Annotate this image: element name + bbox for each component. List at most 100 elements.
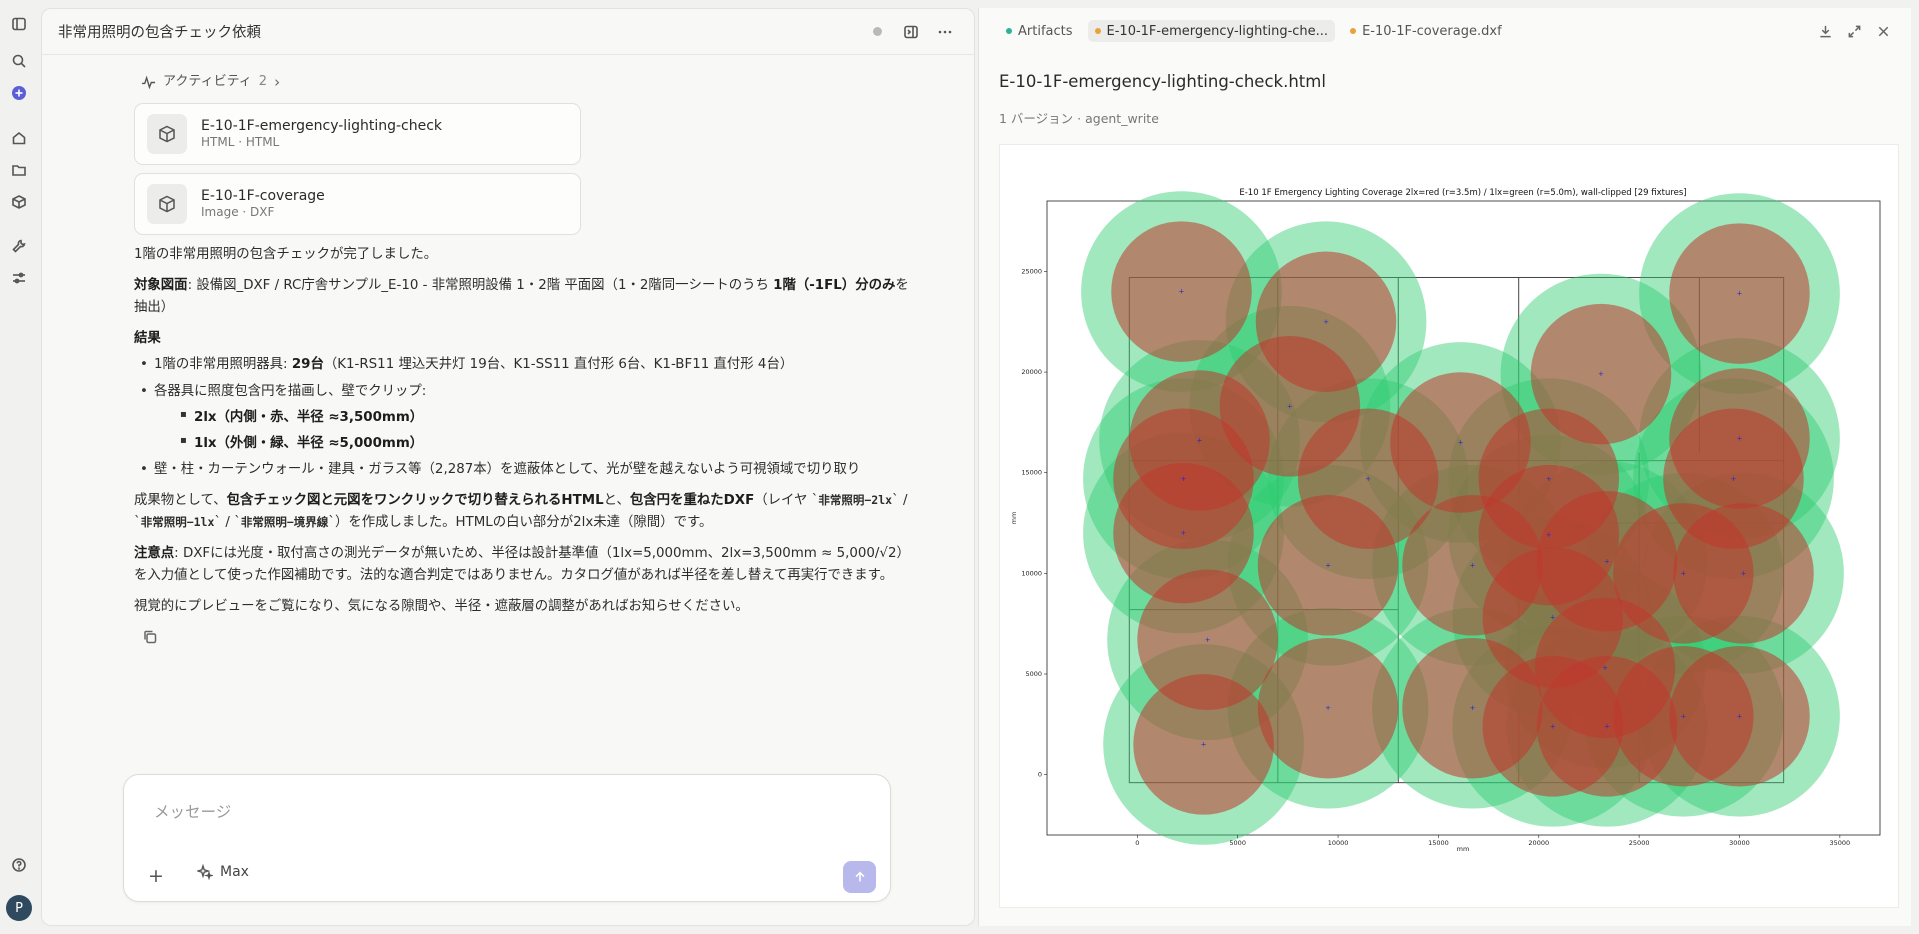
tab-html[interactable]: E-10-1F-emergency-lighting-che... <box>1087 20 1336 42</box>
message-composer[interactable]: メッセージ + Max <box>123 774 891 902</box>
tab-label: E-10-1F-coverage.dxf <box>1362 23 1502 39</box>
fixture-marker: + <box>1181 475 1187 483</box>
fixture-marker: + <box>1680 569 1686 577</box>
home-icon[interactable] <box>9 128 29 148</box>
artifacts-icon[interactable] <box>9 192 29 212</box>
p4-c: （レイヤ ` <box>754 492 819 508</box>
result-heading: 結果 <box>134 328 914 350</box>
p4-bold2: 包含円を重ねたDXF <box>629 492 755 508</box>
tab-dot <box>1350 28 1357 34</box>
new-chat-icon[interactable] <box>9 83 29 103</box>
x-tick-label: 35000 <box>1830 839 1851 847</box>
result-list: 1階の非常用照明器具: 29台（K1-RS11 埋込天井灯 19台、K1-SS1… <box>134 354 914 481</box>
x-tick-label: 10000 <box>1328 839 1349 847</box>
layer-2lx: 非常照明−2lx <box>818 492 893 507</box>
text-target-bold: 1階（-1FL）分のみ <box>773 278 896 294</box>
download-icon[interactable] <box>1818 24 1833 39</box>
message-input[interactable]: メッセージ <box>154 800 231 822</box>
chat-header: 非常用照明の包含チェック依頼 <box>42 9 974 55</box>
x-tick-label: 30000 <box>1729 839 1750 847</box>
chart-title: E-10 1F Emergency Lighting Coverage 2lx=… <box>1239 188 1686 198</box>
artifact-card-dxf[interactable]: E-10-1F-coverage Image · DXF <box>134 173 581 235</box>
artifacts-panel: Artifacts E-10-1F-emergency-lighting-che… <box>978 8 1911 926</box>
left-rail: P <box>0 0 38 934</box>
y-tick-label: 10000 <box>1021 569 1042 577</box>
x-tick-label: 25000 <box>1629 839 1650 847</box>
tools-icon[interactable] <box>9 236 29 256</box>
paragraph-target-drawing: 対象図面: 設備図_DXF / RC庁舎サンプル_E-10 - 非常照明設備 1… <box>134 275 914 319</box>
sub2-text: 1lx（外側・緑、半径 ≈5,000mm） <box>194 435 424 451</box>
fixture-marker: + <box>1325 561 1331 569</box>
p4-a: 成果物として、 <box>134 492 227 508</box>
tab-artifacts[interactable]: Artifacts <box>999 20 1080 42</box>
fixture-marker: + <box>1287 402 1293 410</box>
sub1-text: 2lx（内側・赤、半径 ≈3,500mm） <box>194 409 424 425</box>
arrow-up-icon <box>855 871 864 882</box>
add-attachment-icon[interactable]: + <box>148 865 164 887</box>
y-axis-label: mm <box>1010 512 1018 525</box>
p4-f: `）を作成しました。HTMLの白い部分が2lx未達（隙間）です。 <box>328 515 713 531</box>
artifact-meta: 1 バージョン · agent_write <box>999 111 1159 126</box>
label-target: 対象図面 <box>134 278 188 294</box>
tab-dot <box>1094 28 1101 34</box>
caution-label: 注意点 <box>134 546 175 562</box>
fixture-marker: + <box>1546 475 1552 483</box>
chat-title[interactable]: 非常用照明の包含チェック依頼 <box>58 21 856 42</box>
y-tick-label: 15000 <box>1021 469 1042 477</box>
panel-toggle-icon[interactable] <box>898 19 924 45</box>
y-tick-label: 0 <box>1038 771 1042 779</box>
close-icon[interactable] <box>1876 24 1891 39</box>
settings-sliders-icon[interactable] <box>9 268 29 288</box>
activity-toggle[interactable]: アクティビティ 2 › <box>141 69 914 95</box>
fixture-marker: + <box>1604 722 1610 730</box>
x-tick-label: 0 <box>1135 839 1139 847</box>
more-options-icon[interactable] <box>932 19 958 45</box>
model-selector[interactable]: Max <box>197 864 249 880</box>
artifact-title: E-10-1F-emergency-lighting-check.html <box>999 72 1326 91</box>
message-content: アクティビティ 2 › E-10-1F-emergency-lighting-c… <box>134 69 914 651</box>
b1-detail: （K1-RS11 埋込天井灯 19台、K1-SS11 直付形 6台、K1-BF1… <box>323 357 794 373</box>
expand-icon[interactable] <box>1847 24 1862 39</box>
sidebar-toggle-icon[interactable] <box>9 14 29 34</box>
folder-icon[interactable] <box>9 160 29 180</box>
tab-dxf[interactable]: E-10-1F-coverage.dxf <box>1343 20 1509 42</box>
help-icon[interactable] <box>9 855 29 875</box>
artifact-card-html[interactable]: E-10-1F-emergency-lighting-check HTML · … <box>134 103 581 165</box>
avatar[interactable]: P <box>6 895 32 921</box>
fixture-marker: + <box>1201 740 1207 748</box>
artifact-type: HTML · HTML <box>201 135 280 150</box>
caution-text: : DXFには光度・取付高さの測光データが無いため、半径は設計基準値（1lx=5… <box>134 546 910 584</box>
cube-icon <box>147 184 187 224</box>
activity-icon <box>141 74 156 89</box>
p4-bold: 包含チェック図と元図をワンクリックで切り替えられるHTML <box>226 492 604 508</box>
artifact-type: Image · DXF <box>201 205 275 220</box>
fixture-marker: + <box>1550 614 1556 622</box>
search-icon[interactable] <box>9 51 29 71</box>
fixture-marker: + <box>1737 434 1743 442</box>
y-tick-label: 20000 <box>1021 368 1042 376</box>
fixture-marker: + <box>1737 712 1743 720</box>
b3-text: 壁・柱・カーテンウォール・建具・ガラス等（2,287本）を遮蔽体として、光が壁を… <box>154 461 861 477</box>
artifact-tabs: Artifacts E-10-1F-emergency-lighting-che… <box>979 8 1911 54</box>
sub-list: 2lx（内側・赤、半径 ≈3,500mm） 1lx（外側・緑、半径 ≈5,000… <box>154 407 914 455</box>
status-dot <box>864 19 890 45</box>
x-tick-label: 5000 <box>1229 839 1246 847</box>
fixture-marker: + <box>1737 290 1743 298</box>
tab-dot <box>1006 28 1012 34</box>
layer-1lx: 非常照明−1lx <box>140 515 215 530</box>
artifact-preview[interactable]: E-10 1F Emergency Lighting Coverage 2lx=… <box>999 144 1899 908</box>
fixture-marker: + <box>1602 664 1608 672</box>
fixture-marker: + <box>1325 704 1331 712</box>
x-tick-label: 20000 <box>1528 839 1549 847</box>
list-item: 1階の非常用照明器具: 29台（K1-RS11 埋込天井灯 19台、K1-SS1… <box>134 354 914 376</box>
fixture-marker: + <box>1741 569 1747 577</box>
list-item: 壁・柱・カーテンウォール・建具・ガラス等（2,287本）を遮蔽体として、光が壁を… <box>134 459 914 481</box>
b1-text: 1階の非常用照明器具: <box>154 357 292 373</box>
fixture-marker: + <box>1550 722 1556 730</box>
send-button[interactable] <box>843 861 876 893</box>
tab-label: Artifacts <box>1018 23 1073 39</box>
chevron-right-icon: › <box>274 72 281 91</box>
fixture-marker: + <box>1197 437 1203 445</box>
paragraph-complete: 1階の非常用照明の包含チェックが完了しました。 <box>134 247 438 262</box>
copy-icon[interactable] <box>142 629 164 651</box>
